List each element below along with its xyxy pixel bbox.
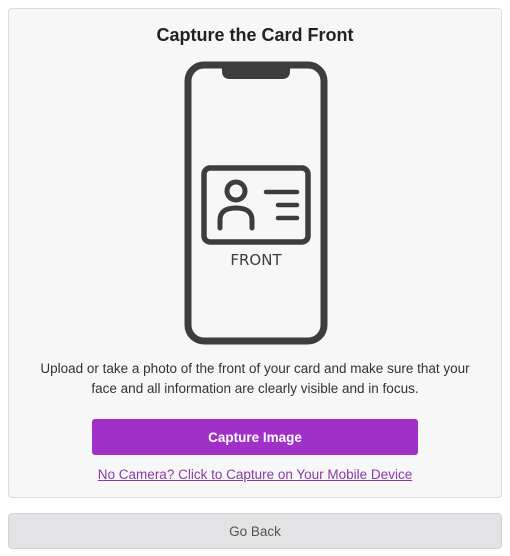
card-side-label: FRONT — [230, 251, 282, 269]
capture-on-mobile-link[interactable]: No Camera? Click to Capture on Your Mobi… — [9, 467, 501, 482]
instructions-text: Upload or take a photo of the front of y… — [40, 361, 470, 396]
capture-card: Capture the Card Front FRONT Upload or t… — [8, 8, 502, 498]
capture-image-button[interactable]: Capture Image — [92, 419, 418, 455]
person-icon — [217, 179, 255, 231]
phone-id-card-illustration: FRONT — [184, 61, 328, 345]
go-back-button[interactable]: Go Back — [8, 513, 502, 549]
page-title: Capture the Card Front — [156, 25, 354, 45]
phone-icon — [184, 61, 328, 345]
id-card-icon — [201, 165, 311, 245]
